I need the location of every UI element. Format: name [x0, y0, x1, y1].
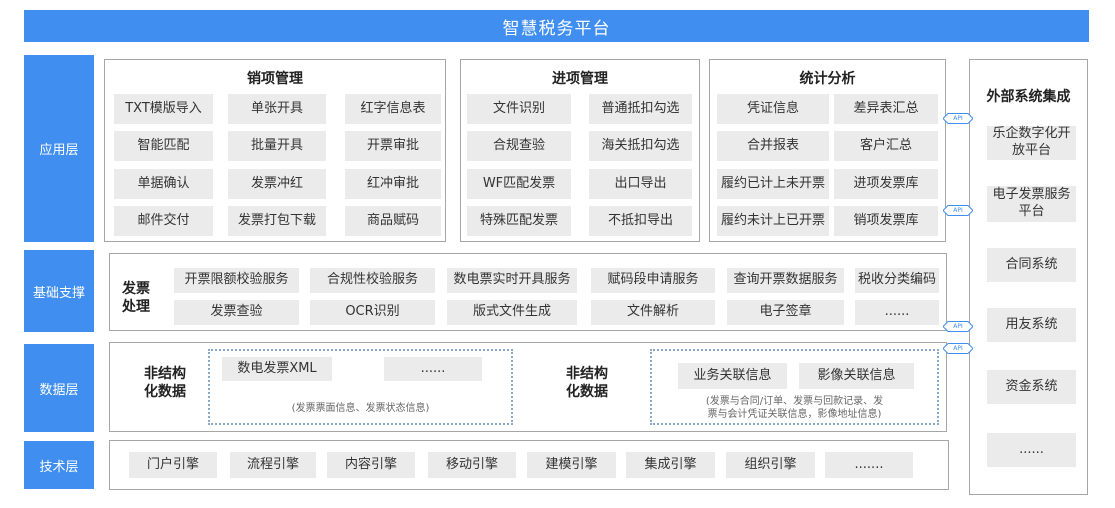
tech-item: .......: [825, 452, 913, 478]
layer-label-data: 数据层: [24, 344, 94, 432]
base-item: ......: [855, 300, 939, 325]
input-item: 出口导出: [589, 169, 692, 199]
base-item: 版式文件生成: [447, 300, 577, 325]
base-item: 数电票实时开具服务: [447, 268, 577, 293]
sales-item: 红字信息表: [345, 94, 441, 124]
external-item: 合同系统: [987, 248, 1076, 282]
tech-item: 门户引擎: [129, 452, 217, 478]
input-item: 文件识别: [467, 94, 571, 124]
data-panel: 非结构 化数据 数电发票XML ...... (发票票面信息、发票状态信息) 非…: [109, 342, 947, 432]
api-connector: API: [943, 343, 973, 354]
input-title: 进项管理: [552, 71, 608, 87]
sales-item: 开票审批: [345, 131, 441, 161]
layer-label-tech: 技术层: [24, 441, 94, 489]
stats-item: 履约未计上已开票: [717, 206, 829, 236]
stats-item: 销项发票库: [834, 206, 938, 236]
external-item: ......: [987, 433, 1076, 467]
sales-item: TXT模版导入: [114, 94, 213, 124]
input-item: 海关抵扣勾选: [589, 131, 692, 161]
sales-item: 发票打包下载: [228, 206, 326, 236]
base-item: 税收分类编码: [855, 268, 939, 293]
stats-item: 合并报表: [717, 131, 829, 161]
tech-item: 集成引擎: [626, 452, 715, 478]
external-item: 资金系统: [987, 370, 1076, 404]
sales-item: 单张开具: [228, 94, 326, 124]
data-left-item: 数电发票XML: [222, 357, 332, 381]
stats-item: 差异表汇总: [834, 94, 938, 124]
input-item: 合规查验: [467, 131, 571, 161]
data-right-item: 影像关联信息: [799, 363, 914, 389]
platform-banner: 智慧税务平台: [24, 10, 1089, 42]
base-item: 电子签章: [727, 300, 844, 325]
external-item: 电子发票服务 平台: [987, 186, 1076, 222]
stats-title: 统计分析: [799, 71, 856, 87]
api-label: API: [953, 323, 963, 330]
layer-label-app: 应用层: [24, 55, 94, 242]
sales-title: 销项管理: [247, 71, 303, 87]
api-label: API: [953, 345, 963, 352]
api-connector: API: [943, 205, 973, 216]
base-item: 合规性校验服务: [310, 268, 435, 293]
base-item: 开票限额校验服务: [174, 268, 299, 293]
data-left-label: 非结构 化数据: [144, 366, 186, 401]
api-connector: API: [943, 321, 973, 332]
data-right-group: 业务关联信息 影像关联信息 (发票与合同/订单、发票与回款记录、发 票与会计凭证…: [650, 349, 939, 425]
data-left-note: (发票票面信息、发票状态信息): [291, 403, 430, 414]
external-item: 用友系统: [987, 308, 1076, 342]
sales-item: 邮件交付: [114, 206, 213, 236]
tech-item: 内容引擎: [327, 452, 415, 478]
base-item: 赋码段申请服务: [591, 268, 715, 293]
base-item: 发票查验: [174, 300, 299, 325]
data-right-item: 业务关联信息: [678, 363, 787, 389]
stats-item: 进项发票库: [834, 169, 938, 199]
api-label: API: [953, 115, 963, 122]
tech-item: 组织引擎: [726, 452, 815, 478]
data-left-item: ......: [384, 357, 482, 381]
sales-item: 商品赋码: [345, 206, 441, 236]
base-item: 查询开票数据服务: [727, 268, 844, 293]
input-panel: 进项管理 文件识别 普通抵扣勾选 合规查验 海关抵扣勾选 WF匹配发票 出口导出…: [460, 59, 700, 242]
data-right-label: 非结构 化数据: [566, 366, 608, 401]
stats-panel: 统计分析 凭证信息 差异表汇总 合并报表 客户汇总 履约已计上未开票 进项发票库…: [709, 59, 946, 242]
base-item: OCR识别: [310, 300, 435, 325]
input-item: 不抵扣导出: [589, 206, 692, 236]
input-item: 普通抵扣勾选: [589, 94, 692, 124]
data-left-group: 数电发票XML ...... (发票票面信息、发票状态信息): [208, 349, 513, 425]
external-title: 外部系统集成: [986, 89, 1071, 105]
external-item: 乐企数字化开 放平台: [987, 126, 1076, 160]
input-item: WF匹配发票: [467, 169, 571, 199]
api-label: API: [953, 207, 963, 214]
api-connector: API: [943, 113, 973, 124]
sales-item: 批量开具: [228, 131, 326, 161]
sales-item: 单据确认: [114, 169, 213, 199]
base-panel: 发票 处理 开票限额校验服务 合规性校验服务 数电票实时开具服务 赋码段申请服务…: [109, 253, 947, 331]
stats-item: 客户汇总: [834, 131, 938, 161]
sales-item: 智能匹配: [114, 131, 213, 161]
sales-item: 红冲审批: [345, 169, 441, 199]
tech-item: 流程引擎: [230, 452, 316, 478]
tech-panel: 门户引擎 流程引擎 内容引擎 移动引擎 建模引擎 集成引擎 组织引擎 .....…: [109, 440, 949, 490]
stats-item: 履约已计上未开票: [717, 169, 829, 199]
tech-item: 建模引擎: [527, 452, 616, 478]
data-right-note: (发票与合同/订单、发票与回款记录、发 票与会计凭证关联信息，影像地址信息): [705, 396, 884, 420]
stats-item: 凭证信息: [717, 94, 829, 124]
base-item: 文件解析: [591, 300, 715, 325]
input-item: 特殊匹配发票: [467, 206, 571, 236]
sales-panel: 销项管理 TXT模版导入 单张开具 红字信息表 智能匹配 批量开具 开票审批 单…: [104, 59, 446, 242]
layer-label-base: 基础支撑: [24, 250, 94, 332]
base-label: 发票 处理: [122, 281, 150, 316]
sales-item: 发票冲红: [228, 169, 326, 199]
tech-item: 移动引擎: [428, 452, 516, 478]
